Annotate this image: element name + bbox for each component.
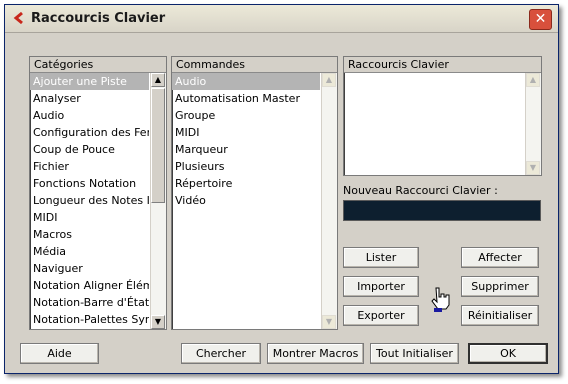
dialog-window: Raccourcis Clavier ✕ Catégories Ajouter … bbox=[4, 4, 559, 374]
close-button[interactable]: ✕ bbox=[529, 9, 552, 30]
shortcuts-header: Raccourcis Clavier bbox=[344, 57, 541, 73]
reset-all-button[interactable]: Tout Initialiser bbox=[370, 343, 459, 364]
search-button[interactable]: Chercher bbox=[181, 343, 261, 364]
category-list-item[interactable]: Fichier bbox=[30, 158, 149, 175]
scroll-down-icon[interactable]: ▼ bbox=[151, 315, 165, 329]
command-list-item[interactable]: MIDI bbox=[172, 124, 320, 141]
categories-header: Catégories bbox=[30, 57, 166, 73]
category-list-item[interactable]: Longueur des Notes Ins bbox=[30, 192, 149, 209]
scroll-up-icon[interactable]: ▲ bbox=[526, 73, 540, 87]
title-bar[interactable]: Raccourcis Clavier ✕ bbox=[5, 5, 558, 33]
command-list-item[interactable]: Plusieurs bbox=[172, 158, 320, 175]
new-shortcut-label: Nouveau Raccourci Clavier : bbox=[343, 184, 498, 197]
scroll-down-icon[interactable]: ▼ bbox=[322, 315, 336, 329]
ok-button[interactable]: OK bbox=[468, 343, 548, 364]
commands-panel: Commandes Audio Automatisation Master Grou… bbox=[171, 56, 338, 330]
commands-header: Commandes bbox=[172, 57, 337, 73]
supprimer-button[interactable]: Supprimer bbox=[461, 276, 539, 297]
cubase-logo-icon bbox=[13, 11, 23, 25]
category-list-item[interactable]: Audio bbox=[30, 107, 149, 124]
window-title: Raccourcis Clavier bbox=[31, 11, 166, 26]
command-list-item[interactable]: Vidéo bbox=[172, 192, 320, 209]
categories-panel: Catégories Ajouter une Piste Analyser Audi… bbox=[29, 56, 167, 330]
exporter-button[interactable]: Exporter bbox=[343, 305, 419, 326]
categories-scrollbar[interactable]: ▲ ▼ bbox=[150, 73, 166, 329]
category-list-item[interactable]: Fonctions Notation bbox=[30, 175, 149, 192]
categories-list: Ajouter une Piste Analyser Audio Configurat… bbox=[30, 73, 149, 328]
category-list-item[interactable]: Notation Aligner Élémen bbox=[30, 277, 149, 294]
affecter-button[interactable]: Affecter bbox=[461, 247, 539, 268]
reinitialiser-button[interactable]: Réinitialiser bbox=[461, 305, 539, 326]
show-macros-button[interactable]: Montrer Macros bbox=[267, 343, 364, 364]
category-list-item[interactable]: Notation-Palettes Symbo bbox=[30, 311, 149, 328]
category-list-item[interactable]: Notation-Barre d'État bbox=[30, 294, 149, 311]
command-list-item[interactable]: Audio bbox=[172, 73, 320, 90]
category-list-item[interactable]: Configuration des Fenêt bbox=[30, 124, 149, 141]
command-list-item[interactable]: Marqueur bbox=[172, 141, 320, 158]
shortcuts-scrollbar[interactable]: ▲ ▼ bbox=[525, 73, 541, 175]
commands-scrollbar[interactable]: ▲ ▼ bbox=[321, 73, 337, 329]
scroll-up-icon[interactable]: ▲ bbox=[322, 73, 336, 87]
category-list-item[interactable]: MIDI bbox=[30, 209, 149, 226]
help-button[interactable]: Aide bbox=[20, 343, 99, 364]
command-list-item[interactable]: Groupe bbox=[172, 107, 320, 124]
category-list-item[interactable]: Macros bbox=[30, 226, 149, 243]
new-shortcut-field[interactable] bbox=[343, 200, 541, 221]
scroll-up-icon[interactable]: ▲ bbox=[151, 73, 165, 87]
command-list-item[interactable]: Automatisation Master bbox=[172, 90, 320, 107]
category-list-item[interactable]: Analyser bbox=[30, 90, 149, 107]
importer-button[interactable]: Importer bbox=[343, 276, 419, 297]
scroll-thumb[interactable] bbox=[151, 88, 165, 203]
category-list-item[interactable]: Ajouter une Piste bbox=[30, 73, 149, 90]
command-list-item[interactable]: Répertoire bbox=[172, 175, 320, 192]
category-list-item[interactable]: Média bbox=[30, 243, 149, 260]
lister-button[interactable]: Lister bbox=[343, 247, 419, 268]
commands-list: Audio Automatisation Master Groupe MIDI Marq… bbox=[172, 73, 320, 209]
scroll-down-icon[interactable]: ▼ bbox=[526, 161, 540, 175]
shortcuts-panel: Raccourcis Clavier ▲ ▼ bbox=[343, 56, 542, 176]
category-list-item[interactable]: Coup de Pouce bbox=[30, 141, 149, 158]
hand-cursor-icon bbox=[431, 287, 450, 312]
category-list-item[interactable]: Naviguer bbox=[30, 260, 149, 277]
